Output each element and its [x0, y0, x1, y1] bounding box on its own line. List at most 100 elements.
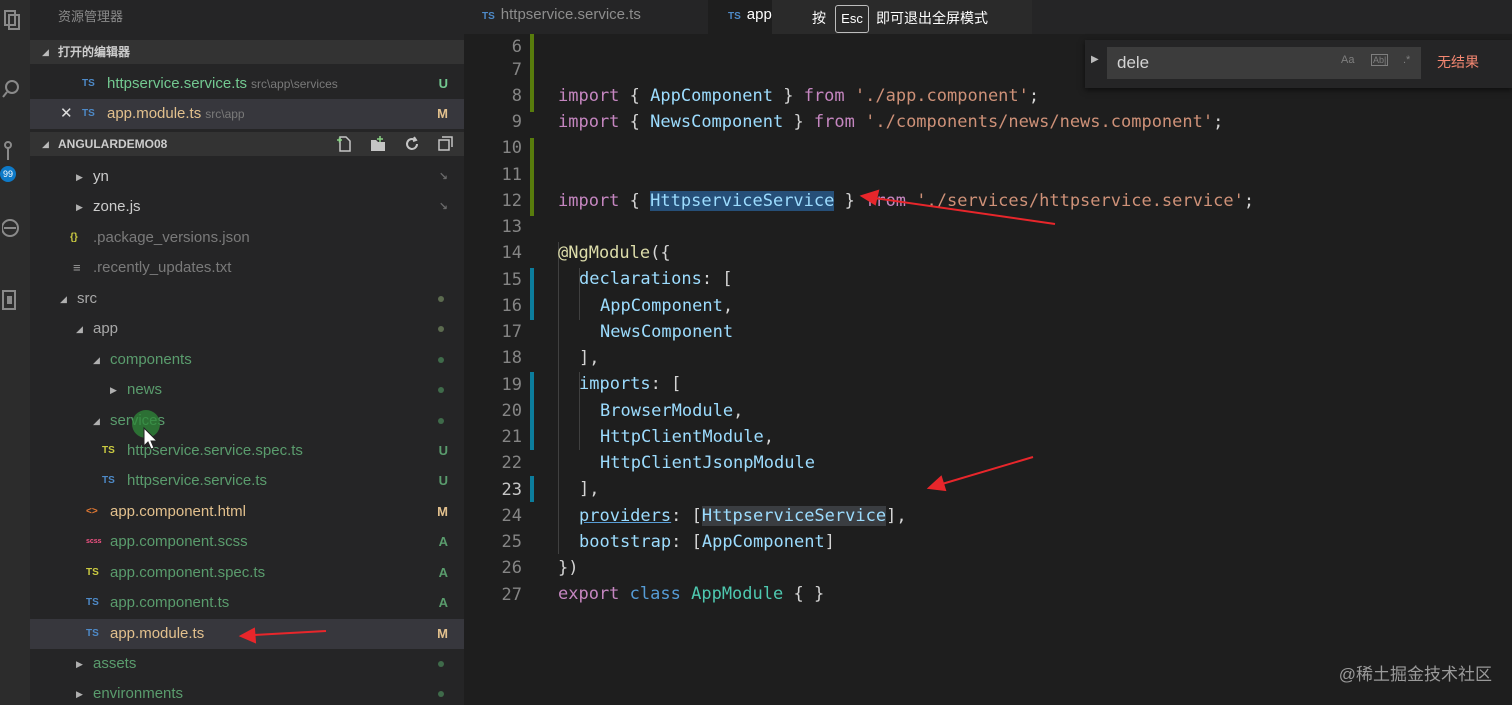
search-icon[interactable]: [2, 76, 22, 100]
code-line: 19 BrowserModule,: [501, 375, 744, 421]
activity-bar: 99: [0, 0, 30, 705]
status-dot: [438, 326, 444, 332]
typescript-file-icon: TS: [482, 11, 495, 22]
status-dot: [438, 691, 444, 697]
tree-file[interactable]: {} .package_versions.json: [30, 223, 464, 253]
typescript-file-icon: TS: [102, 475, 115, 486]
tree-file[interactable]: TS app.module.ts M: [30, 619, 464, 649]
code-line: 10: [501, 138, 522, 158]
explorer-title: 资源管理器: [58, 9, 124, 24]
tree-folder[interactable]: ◢ services: [30, 406, 464, 436]
code-line: 15 AppComponent,: [501, 270, 734, 316]
tree-file[interactable]: TS httpservice.service.spec.ts U: [30, 436, 464, 466]
code-line: 11 import { HttpserviceService } from '.…: [501, 165, 1255, 211]
esc-key-badge: Esc: [835, 5, 869, 33]
tree-file[interactable]: TS httpservice.service.ts U: [30, 466, 464, 496]
tree-folder[interactable]: ◢ app: [30, 314, 464, 344]
project-actions: [326, 132, 456, 156]
whole-word-icon[interactable]: Ab|: [1371, 54, 1389, 66]
chevron-right-icon: ▶: [110, 385, 117, 395]
code-line: 17 ],: [501, 322, 600, 368]
tree-folder[interactable]: ▶ environments: [30, 679, 464, 705]
tree-file[interactable]: <> app.component.html M: [30, 497, 464, 527]
explorer-icon[interactable]: [2, 8, 22, 32]
status-dot: [438, 387, 444, 393]
code-line: 12: [501, 191, 522, 211]
tree-folder[interactable]: ◢ src: [30, 284, 464, 314]
code-line: 21 HttpClientJsonpModule: [501, 427, 815, 473]
typescript-spec-file-icon: TS: [102, 445, 115, 456]
tree-file[interactable]: scss app.component.scss A: [30, 527, 464, 557]
code-line: 27: [501, 585, 522, 605]
status-dot: [438, 661, 444, 667]
code-line: 9: [511, 112, 522, 132]
chevron-right-icon[interactable]: ▶: [1091, 54, 1099, 65]
code-editor[interactable]: 6 7 import { AppComponent } from './app.…: [464, 34, 1512, 705]
chevron-down-icon: ◢: [76, 324, 83, 334]
find-widget: ▶ Aa Ab| .* 无结果: [1085, 40, 1512, 88]
watermark: @稀土掘金技术社区: [1338, 665, 1492, 684]
chevron-right-icon: ▶: [76, 172, 83, 182]
tree-folder[interactable]: ▶ news: [30, 375, 464, 405]
tree-file[interactable]: TS app.component.spec.ts A: [30, 558, 464, 588]
code-line: 26 export class AppModule { }: [501, 558, 825, 604]
tree-file[interactable]: ≡ .recently_updates.txt: [30, 253, 464, 283]
tree-folder[interactable]: ▶ yn ↘: [30, 162, 464, 192]
tree-file[interactable]: TS app.component.ts A: [30, 588, 464, 618]
status-dot: [438, 418, 444, 424]
find-result-status: 无结果: [1437, 54, 1479, 70]
open-editors-header[interactable]: ◢ 打开的编辑器: [30, 40, 464, 64]
new-folder-icon[interactable]: [369, 135, 389, 153]
fullscreen-notice-prefix: 按: [812, 10, 826, 26]
code-line: 13 @NgModule({: [501, 217, 671, 263]
status-dot: [438, 357, 444, 363]
code-line: 25 }): [501, 532, 579, 578]
typescript-file-icon: TS: [728, 11, 741, 22]
chevron-down-icon: ◢: [42, 139, 49, 149]
tree-folder[interactable]: ▶ zone.js ↘: [30, 192, 464, 222]
code-line: 22 ],: [501, 453, 600, 499]
tab-httpservice[interactable]: TS httpservice.service.ts: [482, 0, 708, 34]
typescript-file-icon: TS: [86, 628, 99, 639]
git-status: U: [438, 76, 448, 91]
code-line: 18 imports: [: [501, 348, 682, 394]
scss-file-icon: scss: [86, 538, 102, 545]
typescript-file-icon: TS: [82, 78, 95, 89]
code-line-active: 23 providers: [HttpserviceService],: [501, 480, 907, 526]
chevron-down-icon: ◢: [93, 416, 100, 426]
extensions-icon[interactable]: [2, 288, 22, 312]
refresh-icon[interactable]: [403, 135, 423, 153]
chevron-right-icon: ▶: [76, 689, 83, 699]
code-line: 20 HttpClientModule,: [501, 401, 775, 447]
open-editor-item[interactable]: TS httpservice.service.ts src\app\service…: [30, 69, 464, 99]
typescript-file-icon: TS: [86, 597, 99, 608]
typescript-file-icon: TS: [82, 108, 95, 119]
match-case-icon[interactable]: Aa: [1341, 54, 1354, 66]
code-line: 24 bootstrap: [AppComponent]: [501, 506, 835, 552]
close-icon[interactable]: ✕: [60, 99, 73, 129]
collapse-all-icon[interactable]: [436, 135, 456, 153]
status-dot: [438, 296, 444, 302]
code-line: 16 NewsComponent: [501, 296, 734, 342]
typescript-spec-file-icon: TS: [86, 567, 99, 578]
open-editor-name: app.module.ts: [107, 105, 202, 122]
debug-icon[interactable]: [1, 216, 22, 240]
chevron-down-icon: ◢: [60, 294, 67, 304]
tree-folder[interactable]: ▶ assets: [30, 649, 464, 679]
code-line: 14 declarations: [: [501, 243, 733, 289]
json-file-icon: {}: [70, 232, 78, 243]
tree-folder[interactable]: ◢ components: [30, 345, 464, 375]
project-header[interactable]: ◢ ANGULARDEMO08: [30, 132, 464, 156]
open-editor-path: src\app\services: [251, 77, 338, 91]
chevron-right-icon: ▶: [76, 659, 83, 669]
wrench-icon: ↘: [438, 201, 448, 213]
html-file-icon: <>: [86, 506, 98, 517]
open-editor-item[interactable]: ✕ TS app.module.ts src\app M: [30, 99, 464, 129]
regex-icon[interactable]: .*: [1403, 54, 1410, 66]
open-editor-path: src\app: [205, 107, 245, 121]
open-editor-name: httpservice.service.ts: [107, 75, 248, 92]
new-file-icon[interactable]: [336, 135, 356, 153]
source-control-icon[interactable]: [2, 140, 22, 164]
tab-label: httpservice.service.ts: [500, 6, 641, 23]
fullscreen-notice: 按 Esc 即可退出全屏模式: [772, 0, 1032, 38]
